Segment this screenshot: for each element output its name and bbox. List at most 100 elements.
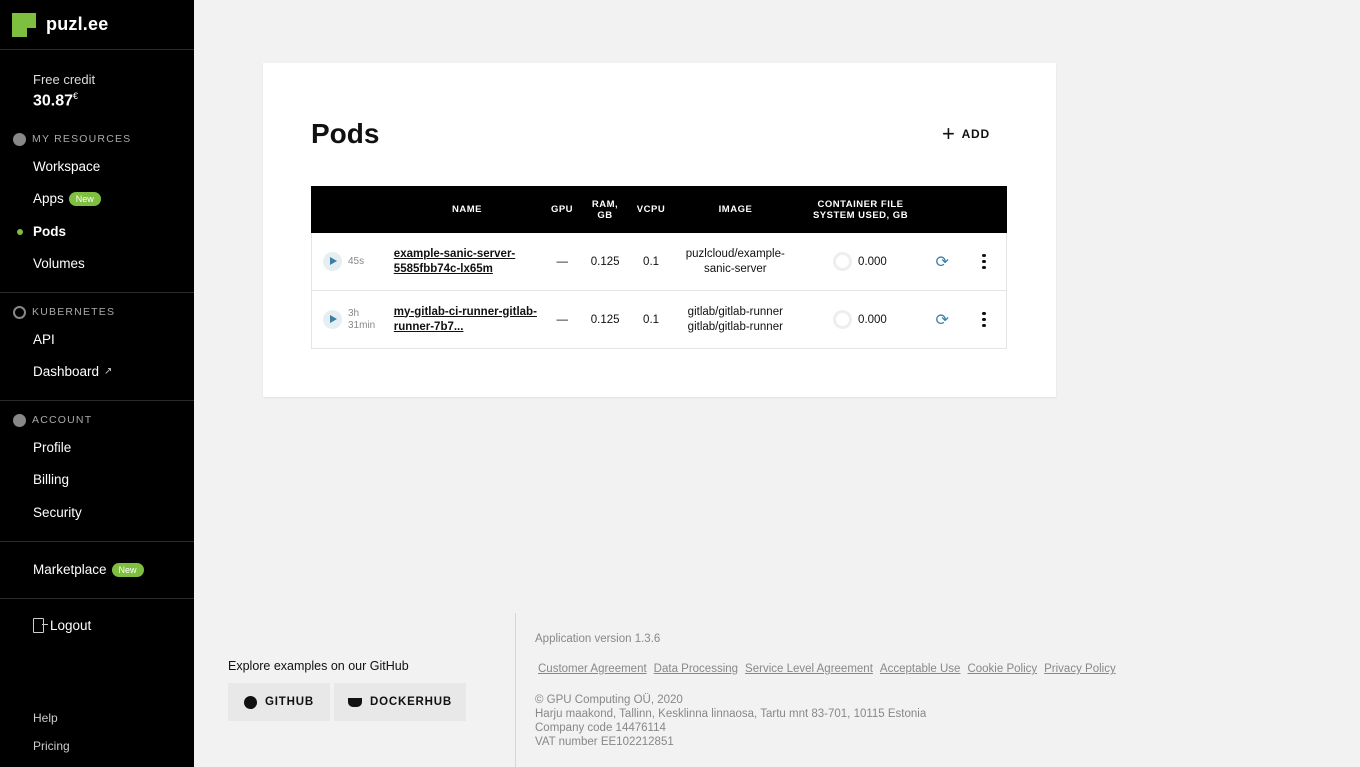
- table-row: 3h 31min my-gitlab-ci-runner-gitlab-runne…: [311, 291, 1007, 349]
- pod-name: example-sanic-server- 5585fbb74c-lx65m: [392, 247, 544, 277]
- company-code: Company code 14476114: [535, 722, 666, 734]
- nav-label: Billing: [33, 472, 70, 488]
- header-name: NAME: [452, 204, 482, 215]
- pod-gpu: —: [556, 255, 569, 268]
- pod-name-link[interactable]: example-sanic-server- 5585fbb74c-lx65m: [394, 248, 515, 275]
- dockerhub-label: DOCKERHUB: [370, 696, 452, 708]
- uptime-line2: 31min: [348, 319, 376, 331]
- add-pod-button[interactable]: + ADD: [942, 123, 990, 145]
- sidebar-item-marketplace[interactable]: Marketplace New: [0, 554, 194, 587]
- nav-label: Security: [33, 504, 82, 520]
- sidebar-item-billing[interactable]: Billing: [0, 464, 194, 497]
- nav-label: Volumes: [33, 256, 85, 272]
- page-title: Pods: [311, 118, 380, 149]
- kubernetes-icon: [13, 305, 26, 319]
- credit-currency: €: [73, 91, 79, 101]
- puzl-logo-icon: [12, 12, 36, 37]
- legal-links: Customer Agreement Data Processing Servi…: [538, 663, 1116, 675]
- resources-icon: [13, 132, 26, 146]
- help-link[interactable]: Help: [33, 711, 70, 725]
- pods-table: NAME GPU RAM, GB VCPU IMAGE CONTAINER FIL…: [311, 186, 1007, 349]
- sidebar-item-api[interactable]: API: [0, 323, 194, 356]
- new-badge: New: [68, 191, 101, 206]
- refresh-icon[interactable]: ⟳: [936, 310, 949, 330]
- data-processing-link[interactable]: Data Processing: [654, 663, 738, 675]
- pod-name-link[interactable]: my-gitlab-ci-runner-gitlab-runner-7b7...: [394, 306, 537, 333]
- credit-value: 30.87€: [33, 91, 194, 110]
- header-ram-line1: RAM,: [591, 198, 619, 210]
- section-label: ACCOUNT: [32, 414, 93, 426]
- sidebar-item-workspace[interactable]: Workspace: [0, 150, 194, 183]
- brand[interactable]: puzl.ee: [0, 0, 194, 50]
- refresh-icon[interactable]: ⟳: [936, 252, 949, 272]
- customer-agreement-link[interactable]: Customer Agreement: [538, 663, 647, 675]
- nav-label: Logout: [50, 617, 92, 633]
- play-icon[interactable]: [323, 252, 342, 271]
- add-label: ADD: [961, 127, 990, 141]
- header-fs: CONTAINER FILE SYSTEM USED, GB: [798, 199, 923, 221]
- credit-label: Free credit: [33, 72, 96, 87]
- header-ram: RAM, GB: [581, 199, 629, 221]
- sla-link[interactable]: Service Level Agreement: [745, 663, 873, 675]
- logout-button[interactable]: Logout: [0, 609, 194, 642]
- account-icon: [13, 413, 26, 427]
- section-label: MY RESOURCES: [32, 133, 132, 145]
- play-icon[interactable]: [323, 310, 342, 329]
- pricing-link[interactable]: Pricing: [33, 739, 70, 753]
- sidebar: puzl.ee Free credit 30.87€ MY RESOURCES …: [0, 0, 194, 767]
- pod-name-line2: 5585fbb74c-lx65m: [393, 262, 493, 275]
- pod-name-line1: my-gitlab-ci-runner-gitlab-: [393, 305, 537, 318]
- sidebar-item-profile[interactable]: Profile: [0, 431, 194, 464]
- company-info: © GPU Computing OÜ, 2020 Harju maakond, …: [535, 693, 926, 749]
- header-fs-line2: SYSTEM USED, GB: [812, 209, 909, 221]
- sidebar-item-dashboard[interactable]: Dashboard ↗: [0, 356, 194, 389]
- docker-icon: [348, 697, 363, 707]
- sidebar-item-security[interactable]: Security: [0, 496, 194, 529]
- dockerhub-button[interactable]: DOCKERHUB: [334, 683, 466, 721]
- address: Harju maakond, Tallinn, Kesklinna linnao…: [535, 708, 927, 720]
- more-vertical-icon[interactable]: [982, 311, 986, 328]
- sidebar-item-pods[interactable]: Pods: [0, 215, 194, 248]
- app-version: Application version 1.3.6: [535, 633, 661, 645]
- nav-label: Dashboard: [33, 364, 100, 380]
- explore-text: Explore examples on our GitHub: [228, 659, 409, 673]
- nav-label: Profile: [33, 439, 72, 455]
- more-vertical-icon[interactable]: [982, 253, 986, 270]
- section-label: KUBERNETES: [32, 306, 116, 318]
- image-line1: gitlab/gitlab-runner: [687, 305, 783, 318]
- image-line2: gitlab/gitlab-runner: [687, 320, 783, 333]
- privacy-policy-link[interactable]: Privacy Policy: [1044, 663, 1116, 675]
- nav-label: API: [33, 331, 55, 347]
- section-divider: Marketplace New: [0, 540, 194, 599]
- github-button[interactable]: GITHUB: [228, 683, 330, 721]
- cookie-policy-link[interactable]: Cookie Policy: [967, 663, 1037, 675]
- section-divider: ACCOUNT Profile Billing Security: [0, 400, 194, 529]
- section-my-resources: MY RESOURCES: [0, 128, 194, 150]
- sidebar-item-apps[interactable]: Apps New: [0, 183, 194, 216]
- pod-gpu: —: [556, 313, 569, 326]
- section-divider: Logout: [0, 598, 194, 656]
- header-gpu: GPU: [550, 204, 574, 215]
- footer-divider: [515, 613, 516, 767]
- pod-name-line2: runner-7b7...: [393, 320, 464, 333]
- credit-amount: 30.87: [33, 92, 74, 110]
- nav-label: Pods: [33, 223, 67, 239]
- pod-name: my-gitlab-ci-runner-gitlab-runner-7b7...: [392, 305, 544, 335]
- pod-name-line1: example-sanic-server-: [393, 247, 516, 260]
- section-divider: KUBERNETES API Dashboard ↗: [0, 292, 194, 388]
- sidebar-item-volumes[interactable]: Volumes: [0, 248, 194, 281]
- pod-fs: 0.000: [798, 252, 923, 271]
- uptime-line1: 45s: [348, 255, 365, 267]
- acceptable-use-link[interactable]: Acceptable Use: [880, 663, 961, 675]
- fs-usage-icon: [833, 252, 853, 271]
- pod-ram: 0.125: [590, 313, 620, 326]
- pod-status: 3h 31min: [312, 308, 392, 332]
- table-row: 45s example-sanic-server- 5585fbb74c-lx65…: [311, 233, 1007, 291]
- pod-menu: [962, 253, 1006, 270]
- copyright: © GPU Computing OÜ, 2020: [535, 694, 683, 706]
- fs-usage-icon: [833, 310, 853, 329]
- pod-ram: 0.125: [590, 255, 620, 268]
- header-ram-line2: GB: [597, 209, 613, 221]
- brand-name: puzl.ee: [46, 14, 109, 34]
- header-image: IMAGE: [718, 204, 753, 215]
